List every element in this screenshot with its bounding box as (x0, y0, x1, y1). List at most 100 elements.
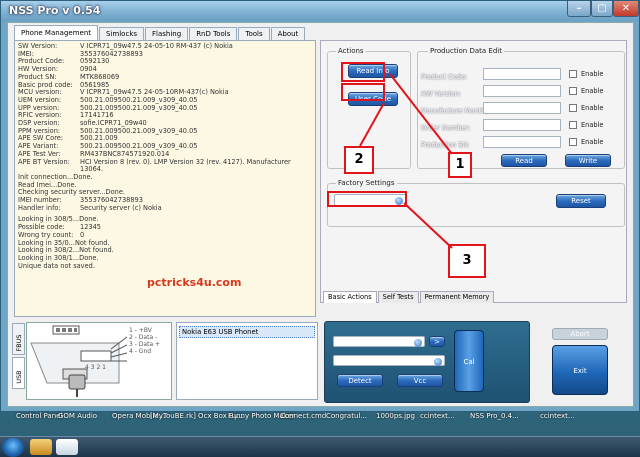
annotation-number-2: 2 (344, 146, 374, 174)
tab-tools[interactable]: Tools (238, 27, 270, 40)
info-row: IMEI number: 355376042738893 (18, 196, 314, 205)
factory-dropdown-highlight (327, 191, 407, 207)
desktop-icon-label[interactable]: GOM Audio (58, 412, 97, 420)
maximize-button[interactable]: ▢ (591, 1, 613, 17)
cal-button[interactable]: Cal (454, 330, 484, 392)
minimize-button[interactable]: – (567, 1, 591, 17)
actions-group-label: Actions (336, 47, 366, 55)
side-actions: Abort Exit (540, 321, 630, 403)
production-group-label: Production Data Edit (428, 47, 504, 55)
document-icon[interactable] (56, 439, 78, 455)
production-sn-input[interactable] (483, 136, 561, 148)
production-sn-enable-checkbox[interactable] (569, 138, 577, 146)
desktop-icons: Control Panel GOM Audio Opera Mobile... … (0, 412, 640, 436)
pin-label: 4 - Gnd (129, 348, 152, 355)
pin-label: 3 - Data + (129, 341, 161, 348)
info-row: SW Version: V ICPR71_09w47.5 24-05-10 RM-… (18, 42, 314, 51)
info-value: 355376042738893 (80, 49, 143, 58)
desktop-icon-label[interactable]: Connect.cmd (280, 412, 326, 420)
log-line: Unique data not saved. (18, 261, 314, 271)
fbus-label: FBUS (15, 334, 23, 352)
pin-legend: 1 - +BV 2 - Data - 3 - Data + 4 - Gnd (129, 327, 160, 355)
info-value: 0592130 (80, 57, 110, 66)
port-dropdown[interactable] (333, 336, 425, 347)
window-title: NSS Pro v 0.54 (9, 4, 101, 17)
enable-label: Enable (581, 138, 604, 146)
hw-version-input[interactable] (483, 85, 561, 97)
info-row: UPP version: 500.21.009500.21.009_v309_40… (18, 103, 314, 113)
folder-icon[interactable] (30, 439, 52, 455)
usb-label: USB (15, 370, 23, 384)
close-button[interactable]: ✕ (613, 1, 639, 17)
tab-basic-actions[interactable]: Basic Actions (323, 291, 377, 303)
list-item[interactable]: Nokia E63 USB Phonet (179, 326, 315, 338)
reset-button[interactable]: Reset (556, 194, 606, 208)
pin-label: 1 - +BV (129, 327, 152, 334)
hw-version-label: HW Version: (421, 90, 462, 98)
enable-label: Enable (581, 104, 604, 112)
arrow-button[interactable]: > (429, 336, 445, 347)
info-log-panel[interactable]: SW Version: V ICPR71_09w47.5 24-05-10 RM-… (14, 40, 316, 317)
phone-list[interactable]: Nokia E63 USB Phonet (176, 322, 318, 400)
connection-controls: > Detect Vcc Cal (324, 321, 530, 403)
info-row: Product Code: 0592130 (18, 58, 314, 66)
main-window: NSS Pro v 0.54 – ▢ ✕ Phone Management Si… (0, 0, 640, 412)
enable-label: Enable (581, 121, 604, 129)
abort-button[interactable]: Abort (552, 328, 608, 340)
manufacture-month-enable-checkbox[interactable] (569, 104, 577, 112)
connection-dropdown[interactable] (333, 355, 445, 366)
read-button[interactable]: Read (501, 154, 547, 167)
desktop-icon-label[interactable]: ccintext... (540, 412, 575, 420)
manufacture-month-label: Manufacture Month: (421, 107, 488, 115)
desktop-icon-label[interactable]: 1000ps.jpg (376, 412, 415, 420)
watermark-text: pctricks4u.com (147, 276, 242, 289)
pin-label: 2 - Data - (129, 334, 158, 341)
info-value: 0 (80, 230, 85, 239)
enable-label: Enable (581, 87, 604, 95)
connection-area: FBUS USB 4 3 2 1 1 - +BV 2 - Data - 3 - … (12, 321, 628, 404)
order-number-enable-checkbox[interactable] (569, 121, 577, 129)
dropdown-arrow-icon (414, 339, 422, 347)
usb-pinout-panel: 4 3 2 1 1 - +BV 2 - Data - 3 - Data + 4 … (26, 322, 172, 400)
tab-simlocks[interactable]: Simlocks (99, 27, 145, 40)
product-code-input[interactable] (483, 68, 561, 80)
svg-text:4 3 2 1: 4 3 2 1 (85, 364, 106, 371)
start-button[interactable] (2, 438, 24, 457)
desktop-icon-label[interactable]: Control Panel (16, 412, 62, 420)
info-value: 500.21.009500.21.009_v309_40.05 (80, 103, 198, 112)
usb-cable-icon: 4 3 2 1 (30, 325, 128, 397)
info-row: Handler info: Security server (c) Nokia (18, 203, 314, 213)
user-code-highlight (341, 83, 385, 101)
desktop-icon-label[interactable]: NSS Pro_0.4... (470, 412, 519, 420)
client-area: Phone Management Simlocks Flashing RnD T… (7, 22, 634, 407)
tab-permanent-memory[interactable]: Permanent Memory (419, 291, 495, 303)
tab-about[interactable]: About (270, 27, 306, 40)
info-key: APE BT Version: (18, 157, 70, 166)
manufacture-month-input[interactable] (483, 102, 561, 114)
write-button[interactable]: Write (565, 154, 611, 167)
detect-button[interactable]: Detect (337, 374, 383, 387)
info-row: HW Version: 0904 (18, 65, 314, 74)
order-number-input[interactable] (483, 119, 561, 131)
title-bar[interactable]: NSS Pro v 0.54 – ▢ ✕ (1, 1, 639, 21)
tab-phone-management[interactable]: Phone Management (14, 25, 99, 40)
tab-fbus[interactable]: FBUS (12, 323, 25, 355)
log-text: Unique data not saved. (18, 261, 95, 270)
factory-settings-label: Factory Settings (336, 179, 397, 187)
hw-version-enable-checkbox[interactable] (569, 87, 577, 95)
tab-usb[interactable]: USB (12, 357, 25, 389)
tab-rnd-tools[interactable]: RnD Tools (189, 27, 238, 40)
vcc-button[interactable]: Vcc (397, 374, 443, 387)
info-value: HCI Version 8 (rev. 0). LMP Version 32 (… (80, 157, 291, 174)
log-line: Checking security server...Done. (18, 188, 125, 197)
product-code-enable-checkbox[interactable] (569, 70, 577, 78)
desktop-icon-label[interactable]: ccintext... (420, 412, 455, 420)
exit-button[interactable]: Exit (552, 345, 608, 395)
desktop-icon-label[interactable]: Congratul... (326, 412, 367, 420)
tab-flashing[interactable]: Flashing (145, 27, 189, 40)
tab-self-tests[interactable]: Self Tests (377, 291, 419, 303)
info-value: Security server (c) Nokia (80, 203, 162, 212)
production-sn-label: Production SN: (421, 141, 470, 149)
info-value: MTK868069 (80, 72, 120, 81)
main-tabs: Phone Management Simlocks Flashing RnD T… (14, 25, 306, 40)
